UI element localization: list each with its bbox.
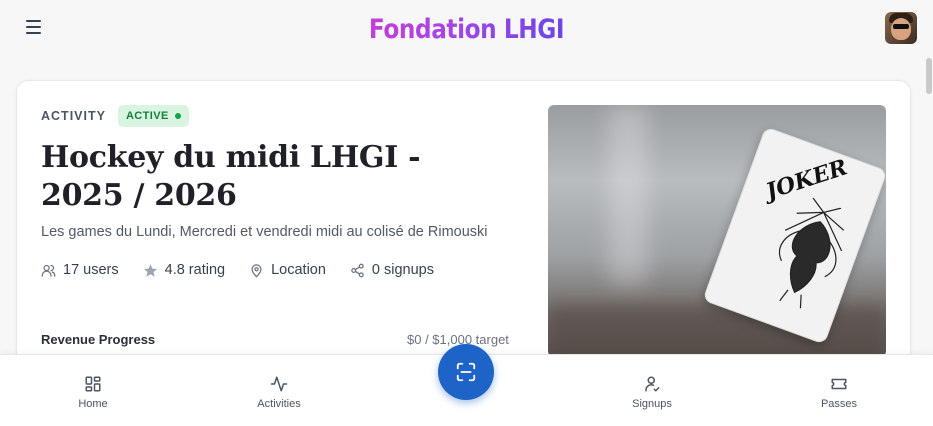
nav-passes[interactable]: Passes xyxy=(794,375,884,410)
eyebrow-label: ACTIVITY xyxy=(41,109,106,123)
status-dot-icon xyxy=(174,113,181,119)
avatar[interactable] xyxy=(885,12,917,44)
users-icon xyxy=(41,264,56,277)
scan-button[interactable] xyxy=(438,344,494,400)
nav-home-label: Home xyxy=(78,398,108,410)
scrollbar[interactable] xyxy=(925,58,933,94)
share-icon xyxy=(351,263,364,277)
nav-signups-label: Signups xyxy=(632,398,672,410)
user-check-icon xyxy=(645,376,660,392)
activity-image: JOKER xyxy=(548,105,886,357)
revenue-label: Revenue Progress xyxy=(41,332,156,347)
status-label: ACTIVE xyxy=(125,110,169,122)
signups-count: 0 signups xyxy=(371,262,434,278)
nav-passes-label: Passes xyxy=(820,398,858,410)
star-icon xyxy=(143,263,157,277)
nav-activities-label: Activities xyxy=(257,398,301,410)
grid-icon xyxy=(85,376,101,392)
activity-stats: 17 users 4.8 rating Location 0 signups xyxy=(41,262,434,278)
location-label: Location xyxy=(271,262,326,278)
hamburger-icon[interactable] xyxy=(26,20,46,36)
rating-value: 4.8 rating xyxy=(164,262,226,278)
top-bar: Fondation LHGI xyxy=(0,0,933,58)
joker-illustration-icon xyxy=(778,197,845,309)
users-count: 17 users xyxy=(63,262,119,278)
activity-eyebrow: ACTIVITY ACTIVE xyxy=(41,105,189,127)
brand-logo[interactable]: Fondation LHGI xyxy=(369,14,565,45)
stat-rating: 4.8 rating xyxy=(143,262,225,278)
stat-signups: 0 signups xyxy=(350,262,434,278)
stat-location[interactable]: Location xyxy=(249,262,326,278)
nav-activities[interactable]: Activities xyxy=(234,375,324,410)
nav-home[interactable]: Home xyxy=(48,375,138,410)
ticket-icon xyxy=(831,378,847,390)
status-badge: ACTIVE xyxy=(117,105,189,127)
scan-icon xyxy=(456,362,476,382)
activity-description: Les games du Lundi, Mercredi et vendredi… xyxy=(41,224,488,240)
nav-signups[interactable]: Signups xyxy=(607,375,697,410)
activity-icon xyxy=(270,376,288,392)
stat-users: 17 users xyxy=(41,262,119,278)
activity-title: Hockey du midi LHGI - 2025 / 2026 xyxy=(41,140,421,213)
map-pin-icon xyxy=(251,263,262,277)
